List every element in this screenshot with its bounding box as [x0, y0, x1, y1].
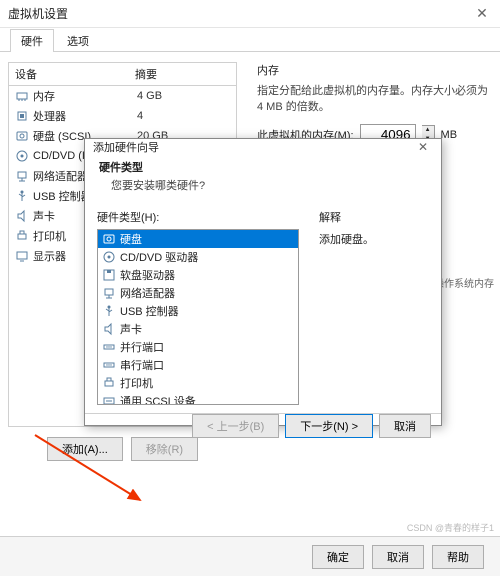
window-titlebar: 虚拟机设置 ✕: [0, 0, 500, 28]
hw-type-item[interactable]: 软盘驱动器: [98, 266, 298, 284]
hw-type-label: 声卡: [120, 321, 142, 337]
dialog-footer: 确定 取消 帮助: [0, 536, 500, 576]
wizard-left: 硬件类型(H): 硬盘 CD/DVD 驱动器软盘驱动器网络适配器 USB 控制器声卡…: [97, 209, 299, 405]
wizard-heading: 硬件类型: [99, 159, 427, 175]
hw-type-item[interactable]: CD/DVD 驱动器: [98, 248, 298, 266]
wizard-cancel-button[interactable]: 取消: [379, 414, 431, 438]
disk-icon: [102, 232, 116, 246]
hw-type-label: 硬盘: [120, 231, 142, 247]
ok-button[interactable]: 确定: [312, 545, 364, 569]
hw-type-item[interactable]: 打印机: [98, 374, 298, 392]
tab-bar: 硬件 选项: [0, 28, 500, 52]
usb-icon: [102, 304, 116, 318]
explain-text: 添加硬盘。: [319, 231, 429, 247]
hw-type-label: 打印机: [120, 375, 153, 391]
cd-icon: [102, 250, 116, 264]
tab-hardware[interactable]: 硬件: [10, 29, 54, 52]
next-button[interactable]: 下一步(N) >: [285, 414, 373, 438]
display-icon: [15, 249, 29, 263]
hw-type-item[interactable]: 网络适配器: [98, 284, 298, 302]
hw-type-item[interactable]: 硬盘: [98, 230, 298, 248]
memory-desc: 指定分配给此虚拟机的内存量。内存大小必须为 4 MB 的倍数。: [257, 82, 488, 114]
window-title: 虚拟机设置: [8, 5, 68, 22]
wizard-titlebar: 添加硬件向导 ✕: [85, 139, 441, 155]
wizard-footer: < 上一步(B) 下一步(N) > 取消: [85, 413, 441, 438]
cd-icon: [15, 149, 29, 163]
wizard-subheading: 您要安装哪类硬件?: [99, 177, 427, 193]
add-hardware-wizard: 添加硬件向导 ✕ 硬件类型 您要安装哪类硬件? 硬件类型(H): 硬盘 CD/DV…: [84, 138, 442, 426]
hw-type-item[interactable]: 并行端口: [98, 338, 298, 356]
wizard-title: 添加硬件向导: [93, 139, 159, 155]
hw-type-label: CD/DVD 驱动器: [120, 249, 198, 265]
hardware-buttons: 添加(A)... 移除(R): [8, 437, 237, 461]
watermark: CSDN @青春的样子1: [407, 521, 494, 534]
tab-options[interactable]: 选项: [56, 29, 100, 52]
hw-type-label: 软盘驱动器: [120, 267, 175, 283]
wizard-close-icon[interactable]: ✕: [413, 140, 433, 154]
device-summary: 4: [137, 110, 230, 122]
hw-type-label: USB 控制器: [120, 303, 179, 319]
close-icon[interactable]: ✕: [472, 5, 492, 22]
net-icon: [102, 286, 116, 300]
help-button[interactable]: 帮助: [432, 545, 484, 569]
col-device: 设备: [9, 63, 129, 85]
sound-icon: [102, 322, 116, 336]
device-summary: 4 GB: [137, 90, 230, 102]
hw-type-label: 通用 SCSI 设备: [120, 393, 196, 405]
add-button[interactable]: 添加(A)...: [47, 437, 123, 461]
hw-type-item[interactable]: 串行端口: [98, 356, 298, 374]
wizard-right: 解释 添加硬盘。: [319, 209, 429, 405]
hw-type-item[interactable]: 声卡: [98, 320, 298, 338]
explain-label: 解释: [319, 209, 429, 225]
wizard-body: 硬件类型(H): 硬盘 CD/DVD 驱动器软盘驱动器网络适配器 USB 控制器声卡…: [85, 201, 441, 413]
wizard-header: 硬件类型 您要安装哪类硬件?: [85, 155, 441, 201]
hw-type-list[interactable]: 硬盘 CD/DVD 驱动器软盘驱动器网络适配器 USB 控制器声卡并行端口串行端口打…: [97, 229, 299, 405]
col-summary: 摘要: [129, 63, 236, 85]
sound-icon: [15, 209, 29, 223]
hw-type-item[interactable]: 通用 SCSI 设备: [98, 392, 298, 405]
hw-type-label: 硬件类型(H):: [97, 209, 299, 225]
hardware-table-header: 设备 摘要: [9, 63, 236, 86]
scsi-icon: [102, 394, 116, 405]
hw-type-label: 并行端口: [120, 339, 164, 355]
cancel-button[interactable]: 取消: [372, 545, 424, 569]
remove-button[interactable]: 移除(R): [131, 437, 198, 461]
printer-icon: [102, 376, 116, 390]
memory-title: 内存: [257, 62, 488, 78]
cpu-icon: [15, 109, 29, 123]
back-button[interactable]: < 上一步(B): [192, 414, 279, 438]
disk-icon: [15, 129, 29, 143]
usb-icon: [15, 189, 29, 203]
memory-icon: [15, 89, 29, 103]
net-icon: [15, 169, 29, 183]
hw-type-label: 串行端口: [120, 357, 164, 373]
hardware-row[interactable]: 处理器 4: [9, 106, 236, 126]
printer-icon: [15, 229, 29, 243]
device-name: 内存: [33, 88, 133, 104]
device-name: 处理器: [33, 108, 133, 124]
hardware-row[interactable]: 内存 4 GB: [9, 86, 236, 106]
port-icon: [102, 340, 116, 354]
floppy-icon: [102, 268, 116, 282]
port-icon: [102, 358, 116, 372]
hw-type-label: 网络适配器: [120, 285, 175, 301]
hw-type-item[interactable]: USB 控制器: [98, 302, 298, 320]
spin-up-icon[interactable]: ▲: [422, 126, 434, 135]
memory-unit: MB: [441, 129, 458, 141]
